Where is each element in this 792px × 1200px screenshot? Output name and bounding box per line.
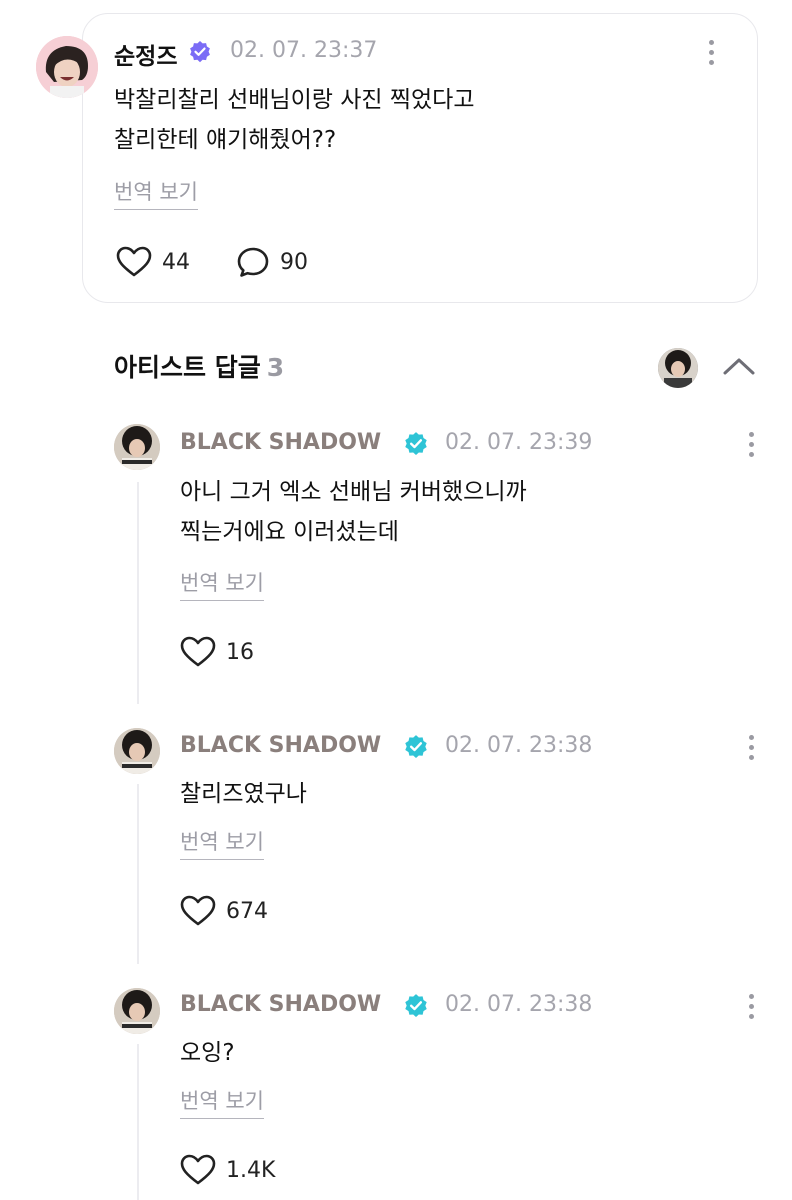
reply-like-count: 16 (226, 639, 254, 665)
reply-thread-line (137, 1044, 139, 1200)
reply-author-avatar[interactable] (114, 988, 160, 1034)
reply-thread-line (137, 482, 139, 704)
reply-more-options-icon[interactable] (747, 432, 755, 457)
reply-like-count: 674 (226, 898, 268, 924)
artist-replies-header: 아티스트 답글 3 (114, 348, 284, 384)
post-comment-count: 90 (280, 249, 308, 275)
post-timestamp: 02. 07. 23:37 (230, 38, 378, 63)
reply-author-avatar[interactable] (114, 728, 160, 774)
reply-author-name[interactable]: BLACK SHADOW (180, 430, 381, 455)
reply-text-line: 아니 그거 엑소 선배님 커버했으니까 (180, 479, 527, 505)
reply-text: 아니 그거 엑소 선배님 커버했으니까 찍는거에요 이러셨는데 (180, 472, 740, 552)
post-more-options-icon[interactable] (707, 40, 715, 65)
reply-text-line: 찍는거에요 이러셨는데 (180, 519, 399, 545)
reply-timestamp: 02. 07. 23:38 (445, 733, 593, 758)
artist-replies-count: 3 (266, 353, 285, 382)
post-text: 박찰리찰리 선배님이랑 사진 찍었다고 찰리한테 얘기해줬어?? (114, 80, 674, 160)
post-like-count: 44 (162, 249, 190, 275)
post-author-avatar[interactable] (36, 36, 98, 98)
heart-icon (180, 636, 216, 668)
reply-text-line: 찰리즈였구나 (180, 781, 307, 807)
artist-avatar[interactable] (658, 348, 698, 388)
reply-more-options-icon[interactable] (747, 735, 755, 760)
post-translate-link[interactable]: 번역 보기 (114, 176, 198, 210)
reply-thread-line (137, 784, 139, 964)
reply-translate-link[interactable]: 번역 보기 (180, 826, 264, 860)
reply-timestamp: 02. 07. 23:38 (445, 992, 593, 1017)
reply-author-name[interactable]: BLACK SHADOW (180, 992, 381, 1017)
reply-timestamp: 02. 07. 23:39 (445, 430, 593, 455)
post-author-name[interactable]: 순정즈 (114, 37, 177, 71)
reply-text: 오잉? (180, 1033, 740, 1073)
post-text-line: 박찰리찰리 선배님이랑 사진 찍었다고 (114, 87, 475, 113)
collapse-chevron-up-icon[interactable] (722, 355, 756, 381)
comment-bubble-icon (236, 246, 270, 278)
reply-translate-link[interactable]: 번역 보기 (180, 567, 264, 601)
reply-like-count: 1.4K (226, 1157, 276, 1183)
post-comment-button[interactable]: 90 (236, 246, 308, 278)
reply-like-button[interactable]: 674 (180, 895, 268, 927)
post-text-line: 찰리한테 얘기해줬어?? (114, 127, 337, 153)
artist-verified-badge-icon (403, 993, 429, 1023)
reply-author-name[interactable]: BLACK SHADOW (180, 733, 381, 758)
reply-like-button[interactable]: 1.4K (180, 1154, 275, 1186)
reply-text-line: 오잉? (180, 1040, 235, 1066)
reply-author-avatar[interactable] (114, 424, 160, 470)
reply-more-options-icon[interactable] (747, 994, 755, 1019)
reply-text: 찰리즈였구나 (180, 774, 740, 814)
heart-icon (180, 895, 216, 927)
reply-translate-link[interactable]: 번역 보기 (180, 1085, 264, 1119)
artist-verified-badge-icon (403, 431, 429, 461)
heart-icon (116, 246, 152, 278)
artist-verified-badge-icon (403, 734, 429, 764)
heart-icon (180, 1154, 216, 1186)
artist-replies-title: 아티스트 답글 (114, 353, 261, 382)
reply-like-button[interactable]: 16 (180, 636, 254, 668)
post-like-button[interactable]: 44 (116, 246, 190, 278)
fan-verified-badge-icon (188, 40, 212, 68)
